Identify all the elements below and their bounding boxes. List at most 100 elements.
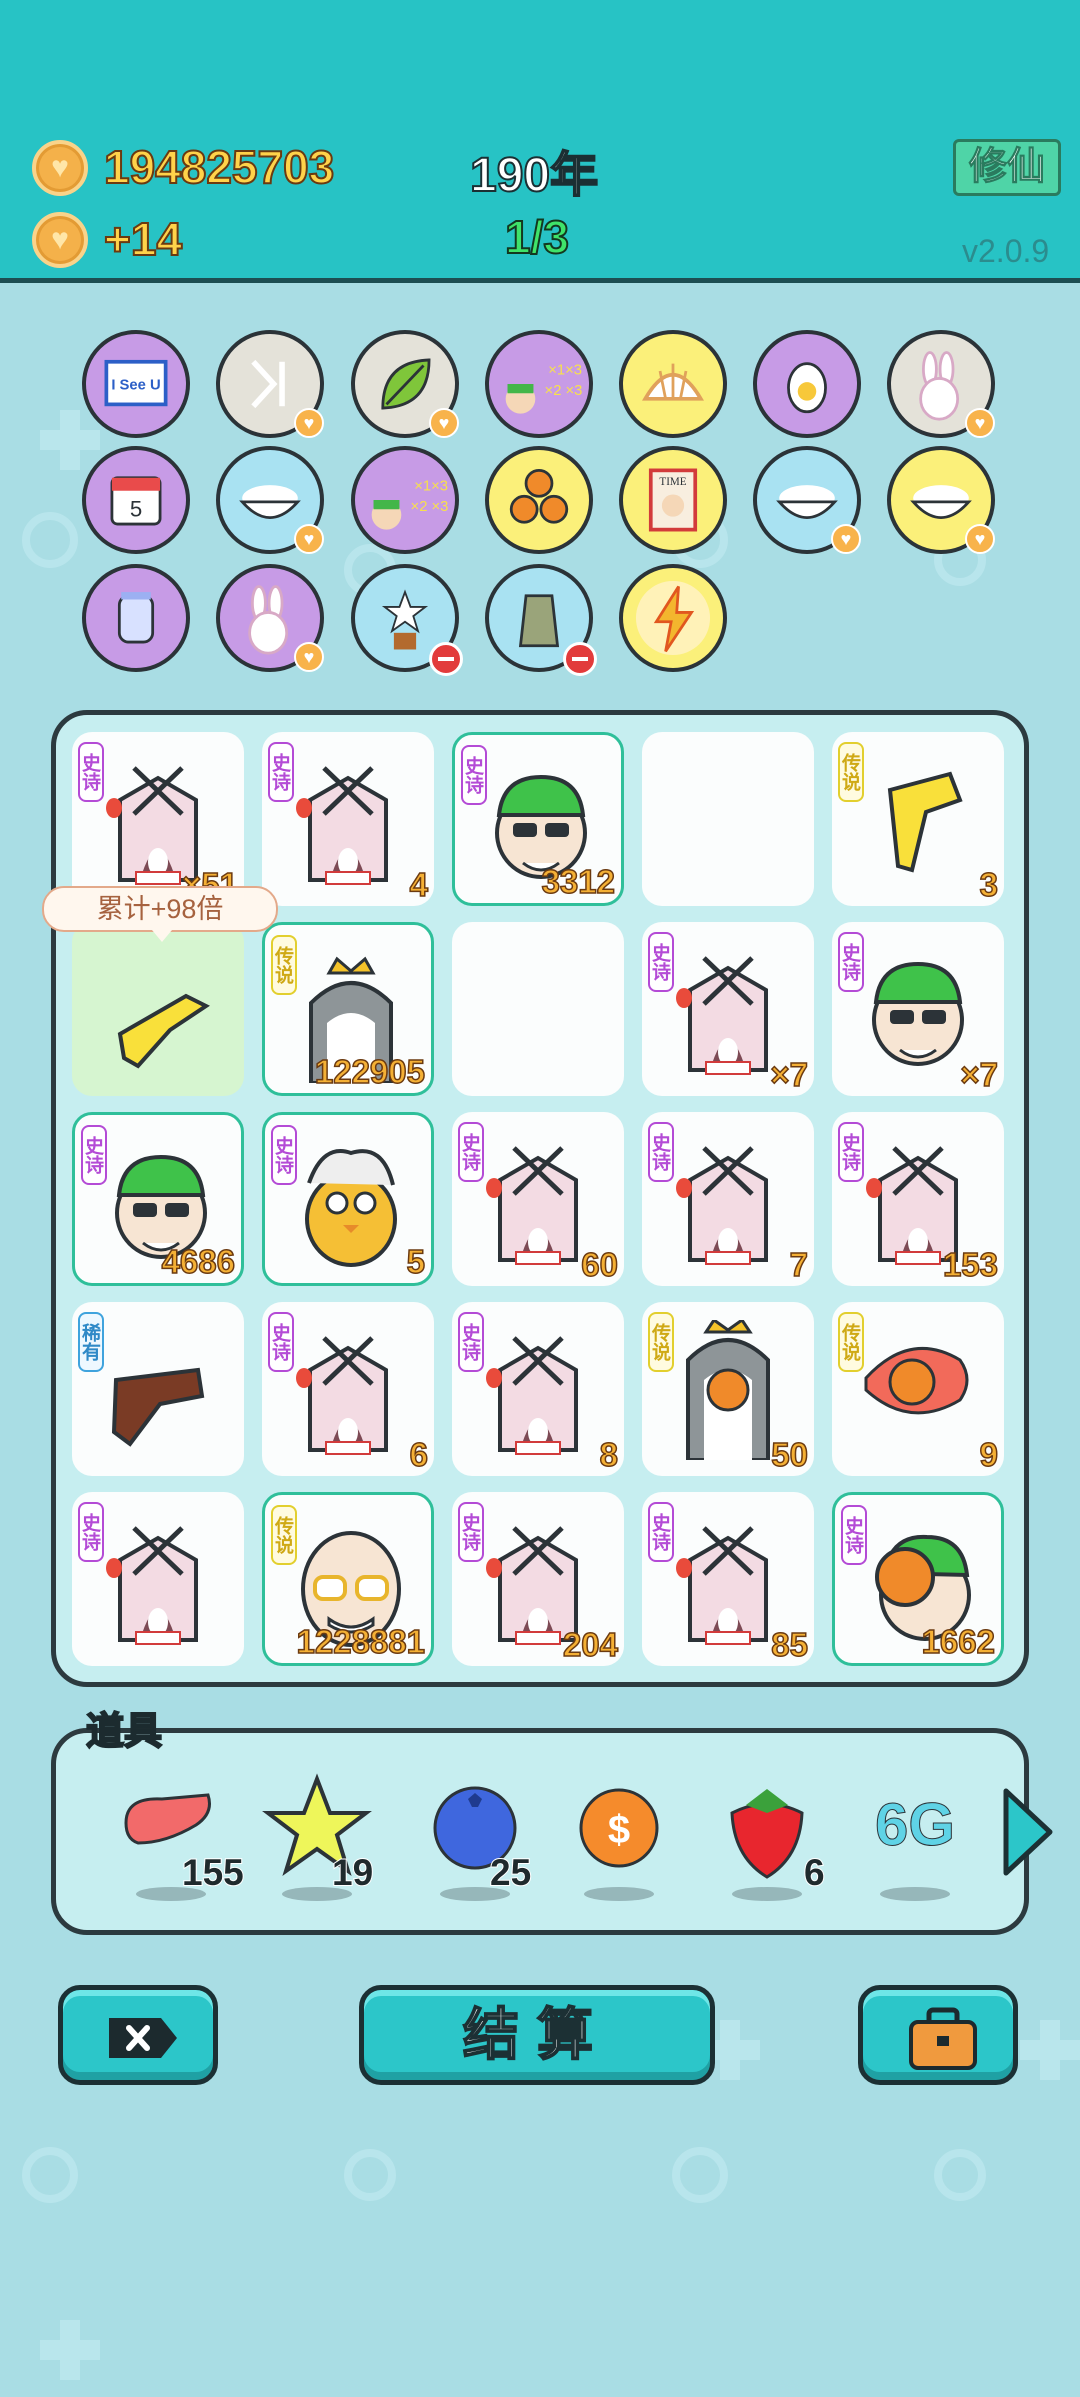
cell-count: 3 [979,865,999,904]
exit-button[interactable] [58,1985,218,2085]
board-cell[interactable]: 史诗 204 [452,1492,624,1666]
svg-text:I See U: I See U [111,378,160,394]
board-cell[interactable]: 传说 122905 [262,922,434,1096]
svg-text:$: $ [608,1808,630,1852]
settle-button[interactable]: 结算 [359,1985,715,2085]
6g-icon: 6G [874,1791,955,1859]
tent-bunny-icon [106,1526,198,1645]
relic-slot[interactable]: ×1×3 ×2 ×3 [351,446,459,554]
cell-count: 85 [771,1625,809,1664]
board-cell[interactable]: 史诗 8 [452,1302,624,1476]
board-cell[interactable]: 传说 1228881 [262,1492,434,1666]
board-cell[interactable]: 史诗 85 [642,1492,814,1666]
board-cell[interactable]: 史诗 [72,1492,244,1666]
relic-slot[interactable]: TIME [619,446,727,554]
board-cell[interactable]: 史诗 1662 [832,1492,1004,1666]
dollar-coin-icon: $ [579,1788,659,1868]
rarity-tag: 史诗 [838,1122,864,1182]
svg-text:×1×3: ×1×3 [414,479,448,495]
board-cell[interactable]: 史诗 5 [262,1112,434,1286]
milk-jar-icon [117,592,155,644]
i-see-u-icon: I See U [104,359,168,407]
tent-bunny-icon [296,1336,388,1455]
relic-slot[interactable]: ×1×3 ×2 ×3 [485,330,593,438]
cultivate-button[interactable]: 修仙 [953,139,1061,196]
board-cell[interactable]: 史诗 153 [832,1112,1004,1286]
rarity-tag: 史诗 [838,932,864,992]
multiplier-tooltip: 累计+98倍 [42,886,278,942]
svg-text:×1×3: ×1×3 [548,363,582,379]
relic-slot[interactable]: 5 [82,446,190,554]
rarity-tag: 史诗 [648,932,674,992]
time-magazine-icon: TIME [648,468,698,532]
cell-count: 9 [979,1435,999,1474]
rarity-tag: 史诗 [271,1125,297,1185]
board-cell[interactable]: 史诗 ×51 [72,732,244,906]
minus-badge-icon [563,642,597,676]
cell-count: 4686 [161,1242,236,1281]
prop-shadow [732,1887,802,1901]
basketballs-icon [509,468,569,524]
chick-grandpa-icon [305,1149,397,1267]
board-cell[interactable]: 史诗 ×7 [832,922,1004,1096]
relic-slot[interactable] [619,564,727,672]
round-counter: 1/3 [504,210,570,264]
board-cell[interactable]: 传说 3 [832,732,1004,906]
board-cell[interactable]: 稀有 [72,1302,244,1476]
rarity-tag: 稀有 [78,1312,104,1372]
cell-count: 122905 [314,1052,426,1091]
cell-count: 3312 [541,862,616,901]
board-cell[interactable]: 传说 9 [832,1302,1004,1476]
rarity-tag: 传说 [271,1505,297,1565]
board-cell[interactable]: 史诗 4686 [72,1112,244,1286]
relic-slot[interactable] [82,564,190,672]
cell-count: 7 [789,1245,809,1284]
rarity-tag: 传说 [648,1312,674,1372]
heart-badge-icon: ♥ [294,642,324,672]
bag-button[interactable] [858,1985,1018,2085]
coin-icon [32,140,88,196]
relic-slot[interactable] [753,330,861,438]
relic-slot[interactable] [485,446,593,554]
relic-slot[interactable] [619,330,727,438]
brown-hand-icon [111,1367,205,1447]
rarity-tag: 史诗 [458,1122,484,1182]
prop-item[interactable]: 6G [860,1773,970,1883]
year-counter: 190年 [469,148,599,203]
heart-badge-icon: ♥ [965,524,995,554]
cell-count: 8 [599,1435,619,1474]
rarity-tag: 史诗 [648,1502,674,1562]
yellow-hand-point-icon [117,993,210,1069]
rarity-tag: 传说 [838,1312,864,1372]
cell-count: ×7 [770,1055,809,1094]
board-cell[interactable]: 史诗 7 [642,1112,814,1286]
heart-badge-icon: ♥ [965,408,995,438]
rarity-tag: 传说 [271,935,297,995]
tent-bunny-icon [676,1146,768,1265]
board-cell[interactable]: 史诗 60 [452,1112,624,1286]
rarity-tag: 史诗 [458,1312,484,1372]
prop-count: 6 [803,1851,826,1894]
cell-count: 153 [942,1245,999,1284]
math-head-icon: ×1×3 ×2 ×3 [505,363,583,414]
board-cell[interactable]: 传说 50 [642,1302,814,1476]
board-cell[interactable]: 史诗 4 [262,732,434,906]
coin-total: 194825703 [103,140,335,194]
board-cell[interactable] [72,922,244,1096]
board-cell[interactable] [452,922,624,1096]
board-cell[interactable]: 史诗 ×7 [642,922,814,1096]
board-cell[interactable]: 史诗 6 [262,1302,434,1476]
relic-slot[interactable]: I See U [82,330,190,438]
board-cell[interactable] [642,732,814,906]
rarity-tag: 史诗 [458,1502,484,1562]
next-props-arrow-icon[interactable] [998,1785,1058,1879]
koi-basketball-icon [864,1346,969,1415]
svg-text:×2 ×3: ×2 ×3 [545,383,583,399]
top-status-bar: 194825703 +14 190年 1/3 修仙 v2.0.9 [0,0,1080,283]
calendar-icon: 5 [110,476,162,526]
board-cell[interactable]: 史诗 3312 [452,732,624,906]
close-icon [109,2018,177,2058]
prop-shadow [584,1887,654,1901]
prop-item[interactable]: $ [564,1773,674,1883]
minus-badge-icon [429,642,463,676]
